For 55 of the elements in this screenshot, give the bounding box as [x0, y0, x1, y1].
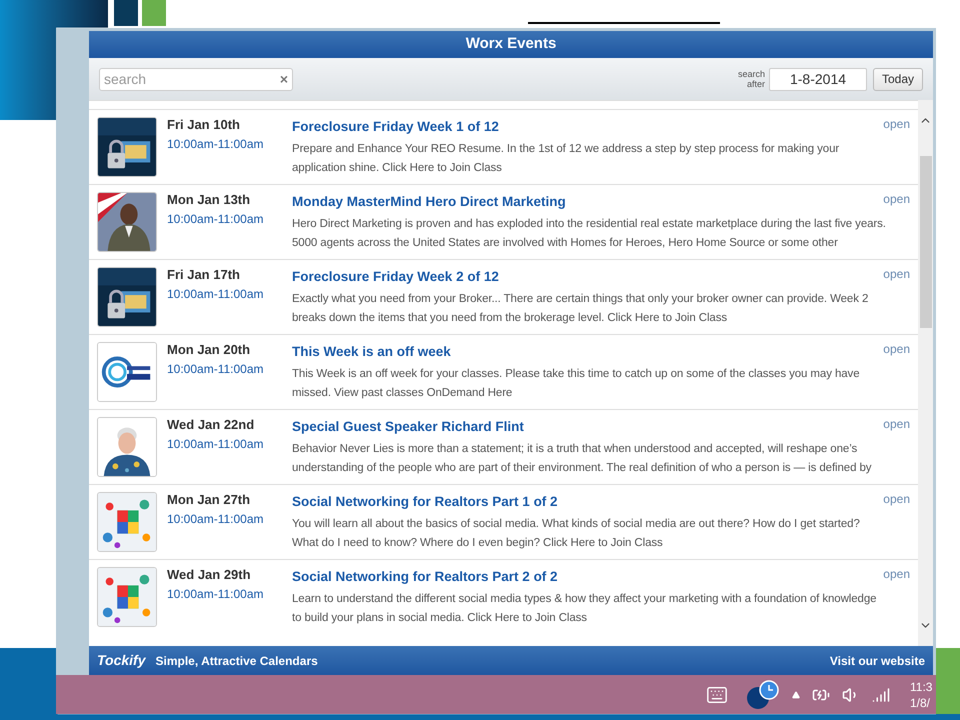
event-title[interactable]: Social Networking for Realtors Part 1 of 2: [292, 493, 558, 511]
signal-icon[interactable]: [872, 686, 890, 704]
search-field[interactable]: search ×: [99, 68, 293, 90]
status-label: open: [883, 492, 910, 506]
status-label: open: [883, 342, 910, 356]
status-label: open: [883, 417, 910, 431]
brand-logo[interactable]: Tockify: [97, 650, 146, 671]
event-description: Behavior Never Lies is more than a statement; it is a truth that when understood and accepted, will reshape one’s understanding of the people who are part of their environment. The real definition of who a person is — is defined by: [292, 442, 872, 476]
event-description: Hero Direct Marketing is proven and has exploded into the residential real estate marketplace during the last five years. 5000 agents across the United States are involved with Homes for Heroes, Hero Home Source or some other: [292, 217, 887, 251]
clock[interactable]: 11:3 1/8/: [910, 678, 932, 710]
status-label: open: [883, 192, 910, 206]
status-label: open: [883, 567, 910, 581]
event-date: Mon Jan 13th: [167, 192, 252, 208]
event-time: 10:00am-11:00am: [167, 136, 265, 152]
event-description: Prepare and Enhance Your REO Resume. In the 1st of 12 we address a step by step process for making your application shine. Click Here to Join Class: [292, 142, 840, 176]
clear-button[interactable]: ×: [280, 68, 288, 90]
event-description: You will learn all about the basics of social media. What kinds of social media are out there? How do I get started? What do I need to know? Where do I even begin? Click Here to Join Class: [292, 517, 861, 551]
event-title[interactable]: Foreclosure Friday Week 2 of 12: [292, 268, 499, 286]
help-clock-icon[interactable]: [744, 680, 780, 710]
event-date: Fri Jan 17th: [167, 267, 241, 283]
event-description: Learn to understand the different social media types & how they affect your marketing with a foundation of knowledge to build your plans in social media. Click Here to Join Class: [292, 592, 878, 626]
event-date: Wed Jan 29th: [167, 567, 252, 583]
event-time: 10:00am-11:00am: [167, 211, 265, 227]
decorative-square: [114, 0, 138, 26]
event-description: This Week is an off week for your classes. Please take this time to catch up on some of the classes you may have missed. View past classes OnDemand Here: [292, 367, 860, 401]
event-title[interactable]: Special Guest Speaker Richard Flint: [292, 418, 524, 436]
status-label: open: [883, 117, 910, 131]
event-time: 10:00am-11:00am: [167, 436, 265, 452]
decorative-square: [142, 0, 166, 26]
event-description: Exactly what you need from your Broker... There are certain things that only your broker owner can provide. Week 2 breaks down the items that you need from the brokerage level. Click Here to Join Class: [292, 292, 870, 326]
event-title[interactable]: Social Networking for Realtors Part 2 of 2: [292, 568, 558, 586]
show-hidden-icon[interactable]: [792, 690, 800, 698]
window-title: Worx Events: [466, 34, 556, 54]
status-label: open: [883, 267, 910, 281]
event-time: 10:00am-11:00am: [167, 286, 265, 302]
scrollbar[interactable]: [918, 100, 933, 646]
website-link[interactable]: Visit our website: [830, 652, 925, 670]
event-date: Mon Jan 20th: [167, 342, 252, 358]
event-date: Wed Jan 22nd: [167, 417, 256, 433]
event-title[interactable]: Foreclosure Friday Week 1 of 12: [292, 118, 499, 136]
scrollbar-thumb[interactable]: [920, 156, 932, 328]
decorative-square: [935, 648, 960, 714]
date-field[interactable]: 1-8-2014: [769, 68, 867, 90]
event-time: 10:00am-11:00am: [167, 511, 265, 527]
date-label: search after: [736, 69, 765, 89]
event-date: Fri Jan 10th: [167, 117, 241, 133]
event-date: Mon Jan 27th: [167, 492, 252, 508]
clock-date: 1/8/: [910, 694, 930, 710]
today-button[interactable]: Today: [873, 68, 923, 90]
tagline: Simple, Attractive Calendars: [156, 652, 318, 670]
event-time: 10:00am-11:00am: [167, 361, 265, 377]
event-title[interactable]: This Week is an off week: [292, 343, 451, 361]
event-time: 10:00am-11:00am: [167, 586, 265, 602]
clock-time: 11:3: [910, 678, 932, 694]
event-title[interactable]: Monday MasterMind Hero Direct Marketing: [292, 193, 566, 211]
